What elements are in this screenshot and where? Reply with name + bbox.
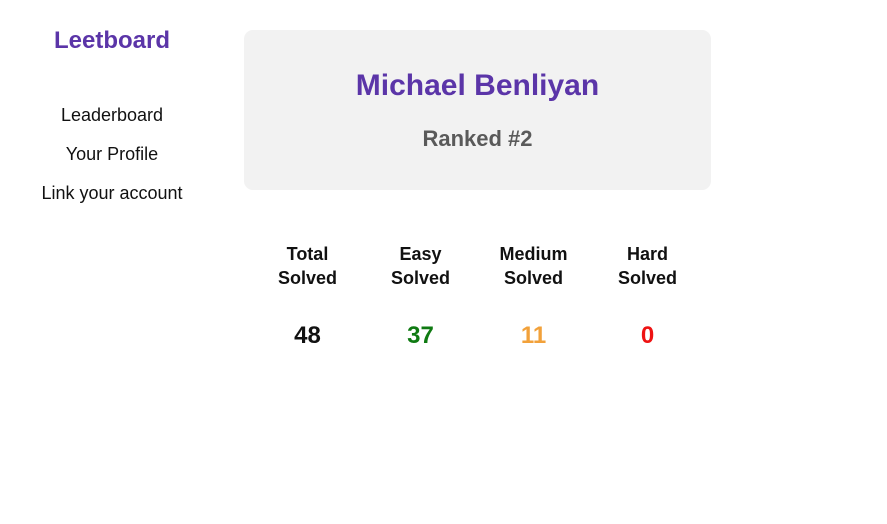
stat-medium-value: 11 <box>520 322 547 349</box>
stat-medium: Medium Solved 11 <box>477 242 590 349</box>
stat-easy-value: 37 <box>407 322 434 349</box>
stat-hard-label-line1: Hard <box>626 244 668 264</box>
page: Leetboard Leaderboard Your Profile Link … <box>0 0 887 524</box>
solved-stats: Total Solved 48 Easy Solved 37 Medium So… <box>251 242 704 362</box>
stat-total-label-line1: Total <box>286 244 329 264</box>
sidebar-nav: Leaderboard Your Profile Link your accou… <box>0 102 224 219</box>
stat-medium-label-line1: Medium <box>499 244 568 264</box>
stat-easy: Easy Solved 37 <box>364 242 477 349</box>
nav-leaderboard-link[interactable]: Leaderboard <box>0 102 224 141</box>
stat-total-value: 48 <box>294 322 321 349</box>
stat-medium-label-line2: Solved <box>503 268 564 288</box>
profile-name: Michael Benliyan <box>355 69 600 102</box>
stat-total: Total Solved 48 <box>251 242 364 349</box>
sidebar: Leetboard Leaderboard Your Profile Link … <box>0 0 224 524</box>
stat-hard-value: 0 <box>640 322 655 349</box>
nav-your-profile-link[interactable]: Your Profile <box>0 141 224 180</box>
profile-rank: Ranked #2 <box>422 126 533 151</box>
profile-card: Michael Benliyan Ranked #2 <box>244 30 711 190</box>
stat-easy-label-line1: Easy <box>399 244 442 264</box>
brand-logo[interactable]: Leetboard <box>0 27 224 55</box>
stat-total-label-line2: Solved <box>277 268 338 288</box>
nav-link-account-link[interactable]: Link your account <box>0 180 224 219</box>
stat-hard: Hard Solved 0 <box>591 242 704 349</box>
stat-hard-label-line2: Solved <box>617 268 678 288</box>
stat-easy-label-line2: Solved <box>390 268 451 288</box>
